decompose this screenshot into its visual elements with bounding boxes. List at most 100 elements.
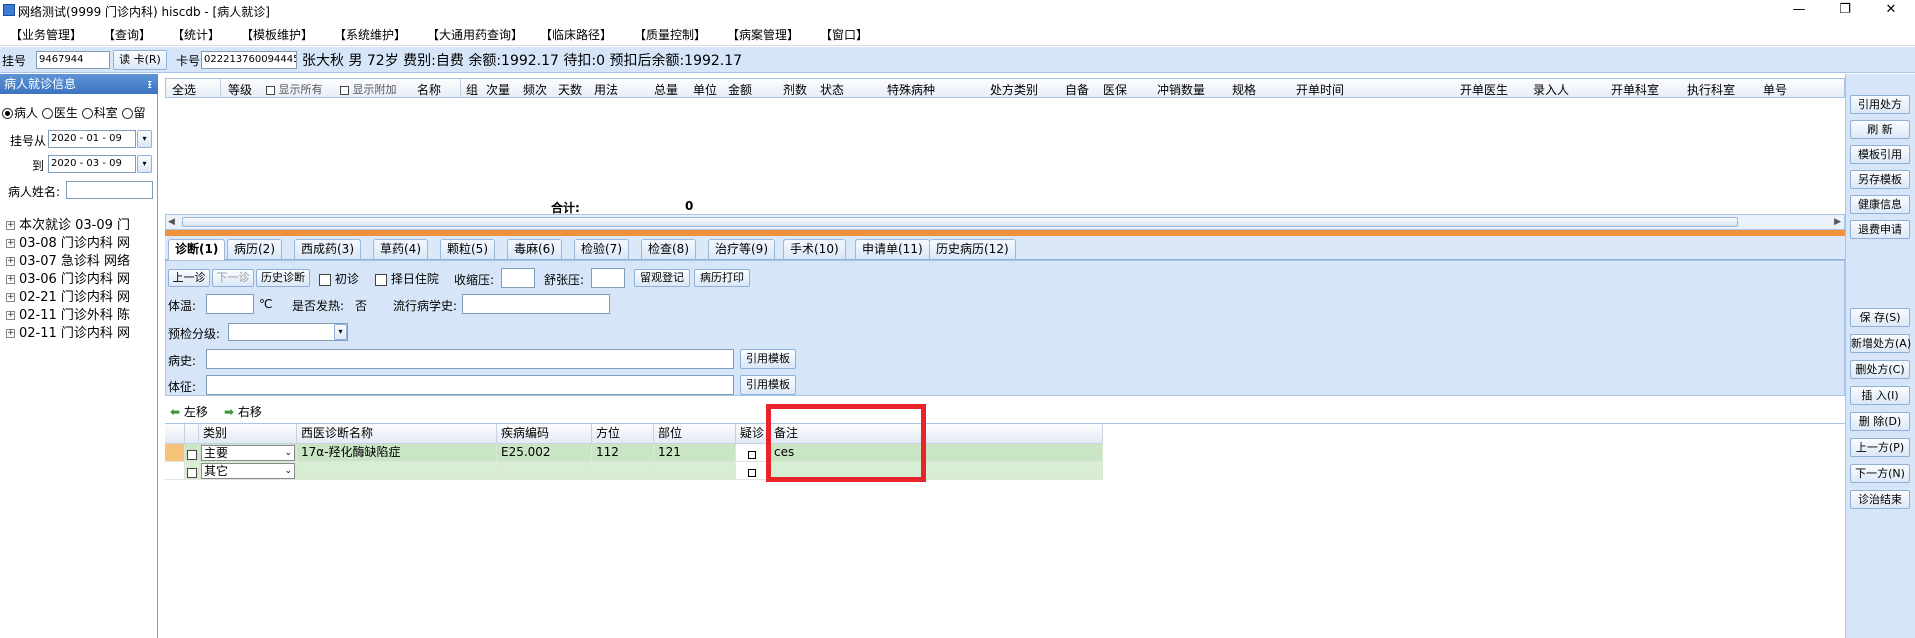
show-all-box[interactable]: [266, 85, 275, 95]
expand-icon[interactable]: +: [6, 221, 15, 230]
show-extra-box[interactable]: [340, 85, 349, 95]
suspected-checkbox[interactable]: [748, 468, 756, 477]
first-visit-checkbox[interactable]: 初诊: [319, 270, 359, 287]
tree-item[interactable]: +02-11 门诊内科 网: [6, 322, 130, 341]
triage-dropdown-icon[interactable]: ▾: [334, 324, 347, 340]
save-button[interactable]: 保 存(S): [1850, 308, 1910, 327]
scroll-right-icon[interactable]: ▶: [1834, 217, 1841, 227]
health-info-button[interactable]: 健康信息: [1850, 195, 1910, 214]
triage-select[interactable]: [228, 323, 348, 341]
suspected-cell[interactable]: [736, 462, 770, 480]
expand-icon[interactable]: +: [6, 311, 15, 320]
menu-clinical-path[interactable]: 【临床路径】: [540, 26, 612, 43]
restore-button[interactable]: ❐: [1822, 0, 1868, 22]
suspected-checkbox[interactable]: [748, 450, 756, 459]
date-to-field[interactable]: 2020 - 03 - 09: [48, 155, 136, 173]
systolic-field[interactable]: [501, 268, 535, 288]
close-button[interactable]: ✕: [1868, 0, 1914, 22]
tab-western-medicine[interactable]: 西成药(3): [294, 239, 361, 259]
type-select[interactable]: 主要 ⌄: [201, 445, 295, 461]
expand-icon[interactable]: +: [6, 275, 15, 284]
move-right-button[interactable]: ➡ 右移: [224, 403, 262, 420]
date-from-field[interactable]: 2020 - 01 - 09: [48, 130, 136, 148]
expand-icon[interactable]: +: [6, 257, 15, 266]
site-cell[interactable]: 121: [654, 444, 736, 462]
tab-treatment[interactable]: 治疗等(9): [708, 239, 775, 259]
history-diagnosis-button[interactable]: 历史诊断: [256, 269, 310, 287]
next-visit-button[interactable]: 下一诊: [212, 269, 254, 287]
tree-item[interactable]: +02-11 门诊外科 陈: [6, 304, 130, 323]
save-template-button[interactable]: 另存模板: [1850, 170, 1910, 189]
radio-other[interactable]: [121, 108, 133, 119]
sign-field[interactable]: [206, 375, 734, 395]
read-card-button[interactable]: 读 卡(R): [113, 50, 167, 70]
select-all[interactable]: 全选: [172, 81, 196, 98]
type-dropdown-icon[interactable]: ⌄: [284, 446, 292, 460]
expand-icon[interactable]: +: [6, 239, 15, 248]
show-extra-checkbox[interactable]: 显示附加: [340, 81, 397, 97]
horizontal-scrollbar[interactable]: ◀ ▶: [165, 214, 1845, 230]
first-visit-box[interactable]: [319, 273, 331, 286]
finish-visit-button[interactable]: 诊治结束: [1850, 490, 1910, 509]
show-all-checkbox[interactable]: 显示所有: [266, 81, 323, 97]
tab-narcotic[interactable]: 毒麻(6): [507, 239, 562, 259]
direction-cell[interactable]: 112: [592, 444, 654, 462]
row-checkbox[interactable]: [187, 467, 197, 478]
new-rx-button[interactable]: 新增处方(A): [1850, 334, 1911, 353]
tab-herbal[interactable]: 草药(4): [373, 239, 428, 259]
prev-visit-button[interactable]: 上一诊: [168, 269, 210, 287]
next-rx-button[interactable]: 下一方(N): [1850, 464, 1910, 483]
refund-request-button[interactable]: 退费申请: [1850, 220, 1910, 239]
template-cite-button[interactable]: 模板引用: [1850, 145, 1910, 164]
suspected-cell[interactable]: [736, 444, 770, 462]
date-from-dropdown-icon[interactable]: ▾: [137, 130, 152, 148]
prev-rx-button[interactable]: 上一方(P): [1850, 438, 1910, 457]
scroll-thumb[interactable]: [182, 217, 1738, 227]
radio-patient[interactable]: [2, 108, 13, 119]
tab-medical-record[interactable]: 病历(2): [227, 239, 282, 259]
patient-name-field[interactable]: [66, 181, 153, 199]
menu-business[interactable]: 【业务管理】: [10, 26, 82, 43]
epidemiology-field[interactable]: [462, 294, 610, 314]
site-cell[interactable]: [654, 462, 736, 480]
table-row[interactable]: [185, 444, 199, 462]
tree-item[interactable]: + 本次就诊 03-09 门: [6, 214, 130, 233]
observation-register-button[interactable]: 留观登记: [634, 269, 690, 287]
delete-rx-button[interactable]: 删处方(C): [1850, 360, 1910, 379]
tab-granule[interactable]: 颗粒(5): [440, 239, 495, 259]
select-hospital-box[interactable]: [375, 273, 387, 286]
menu-quality[interactable]: 【质量控制】: [634, 26, 706, 43]
menu-system[interactable]: 【系统维护】: [334, 26, 406, 43]
history-field[interactable]: [206, 349, 734, 369]
menu-statistics[interactable]: 【统计】: [172, 26, 220, 43]
tree-item[interactable]: +02-21 门诊内科 网: [6, 286, 130, 305]
date-to-dropdown-icon[interactable]: ▾: [137, 155, 152, 173]
row-indicator[interactable]: [165, 462, 185, 480]
type-dropdown-icon[interactable]: ⌄: [284, 464, 292, 478]
reg-no-field[interactable]: 9467944: [36, 51, 110, 69]
diagnosis-name-cell[interactable]: [297, 462, 497, 480]
card-no-field[interactable]: 022213760094445: [201, 51, 297, 69]
record-print-button[interactable]: 病历打印: [694, 269, 750, 287]
menu-records[interactable]: 【病案管理】: [727, 26, 799, 43]
type-cell[interactable]: 其它 ⌄: [199, 462, 297, 480]
move-left-button[interactable]: ⬅ 左移: [170, 403, 208, 420]
tab-history-record[interactable]: 历史病历(12): [929, 239, 1016, 259]
expand-icon[interactable]: +: [6, 329, 15, 338]
menu-template[interactable]: 【模板维护】: [241, 26, 313, 43]
type-cell[interactable]: 主要 ⌄: [199, 444, 297, 462]
menu-query[interactable]: 【查询】: [103, 26, 151, 43]
sign-template-button[interactable]: 引用模板: [740, 375, 796, 395]
disease-code-cell[interactable]: E25.002: [497, 444, 592, 462]
tree-item[interactable]: +03-07 急诊科 网络: [6, 250, 130, 269]
row-indicator[interactable]: [165, 444, 185, 462]
type-select[interactable]: 其它 ⌄: [201, 463, 295, 479]
history-template-button[interactable]: 引用模板: [740, 349, 796, 369]
diastolic-field[interactable]: [591, 268, 625, 288]
row-checkbox[interactable]: [187, 449, 197, 460]
expand-icon[interactable]: +: [6, 293, 15, 302]
menu-window[interactable]: 【窗口】: [820, 26, 868, 43]
menu-drug-query[interactable]: 【大通用药查询】: [427, 26, 523, 43]
tree-item[interactable]: +03-08 门诊内科 网: [6, 232, 130, 251]
tab-application[interactable]: 申请单(11): [855, 239, 930, 259]
